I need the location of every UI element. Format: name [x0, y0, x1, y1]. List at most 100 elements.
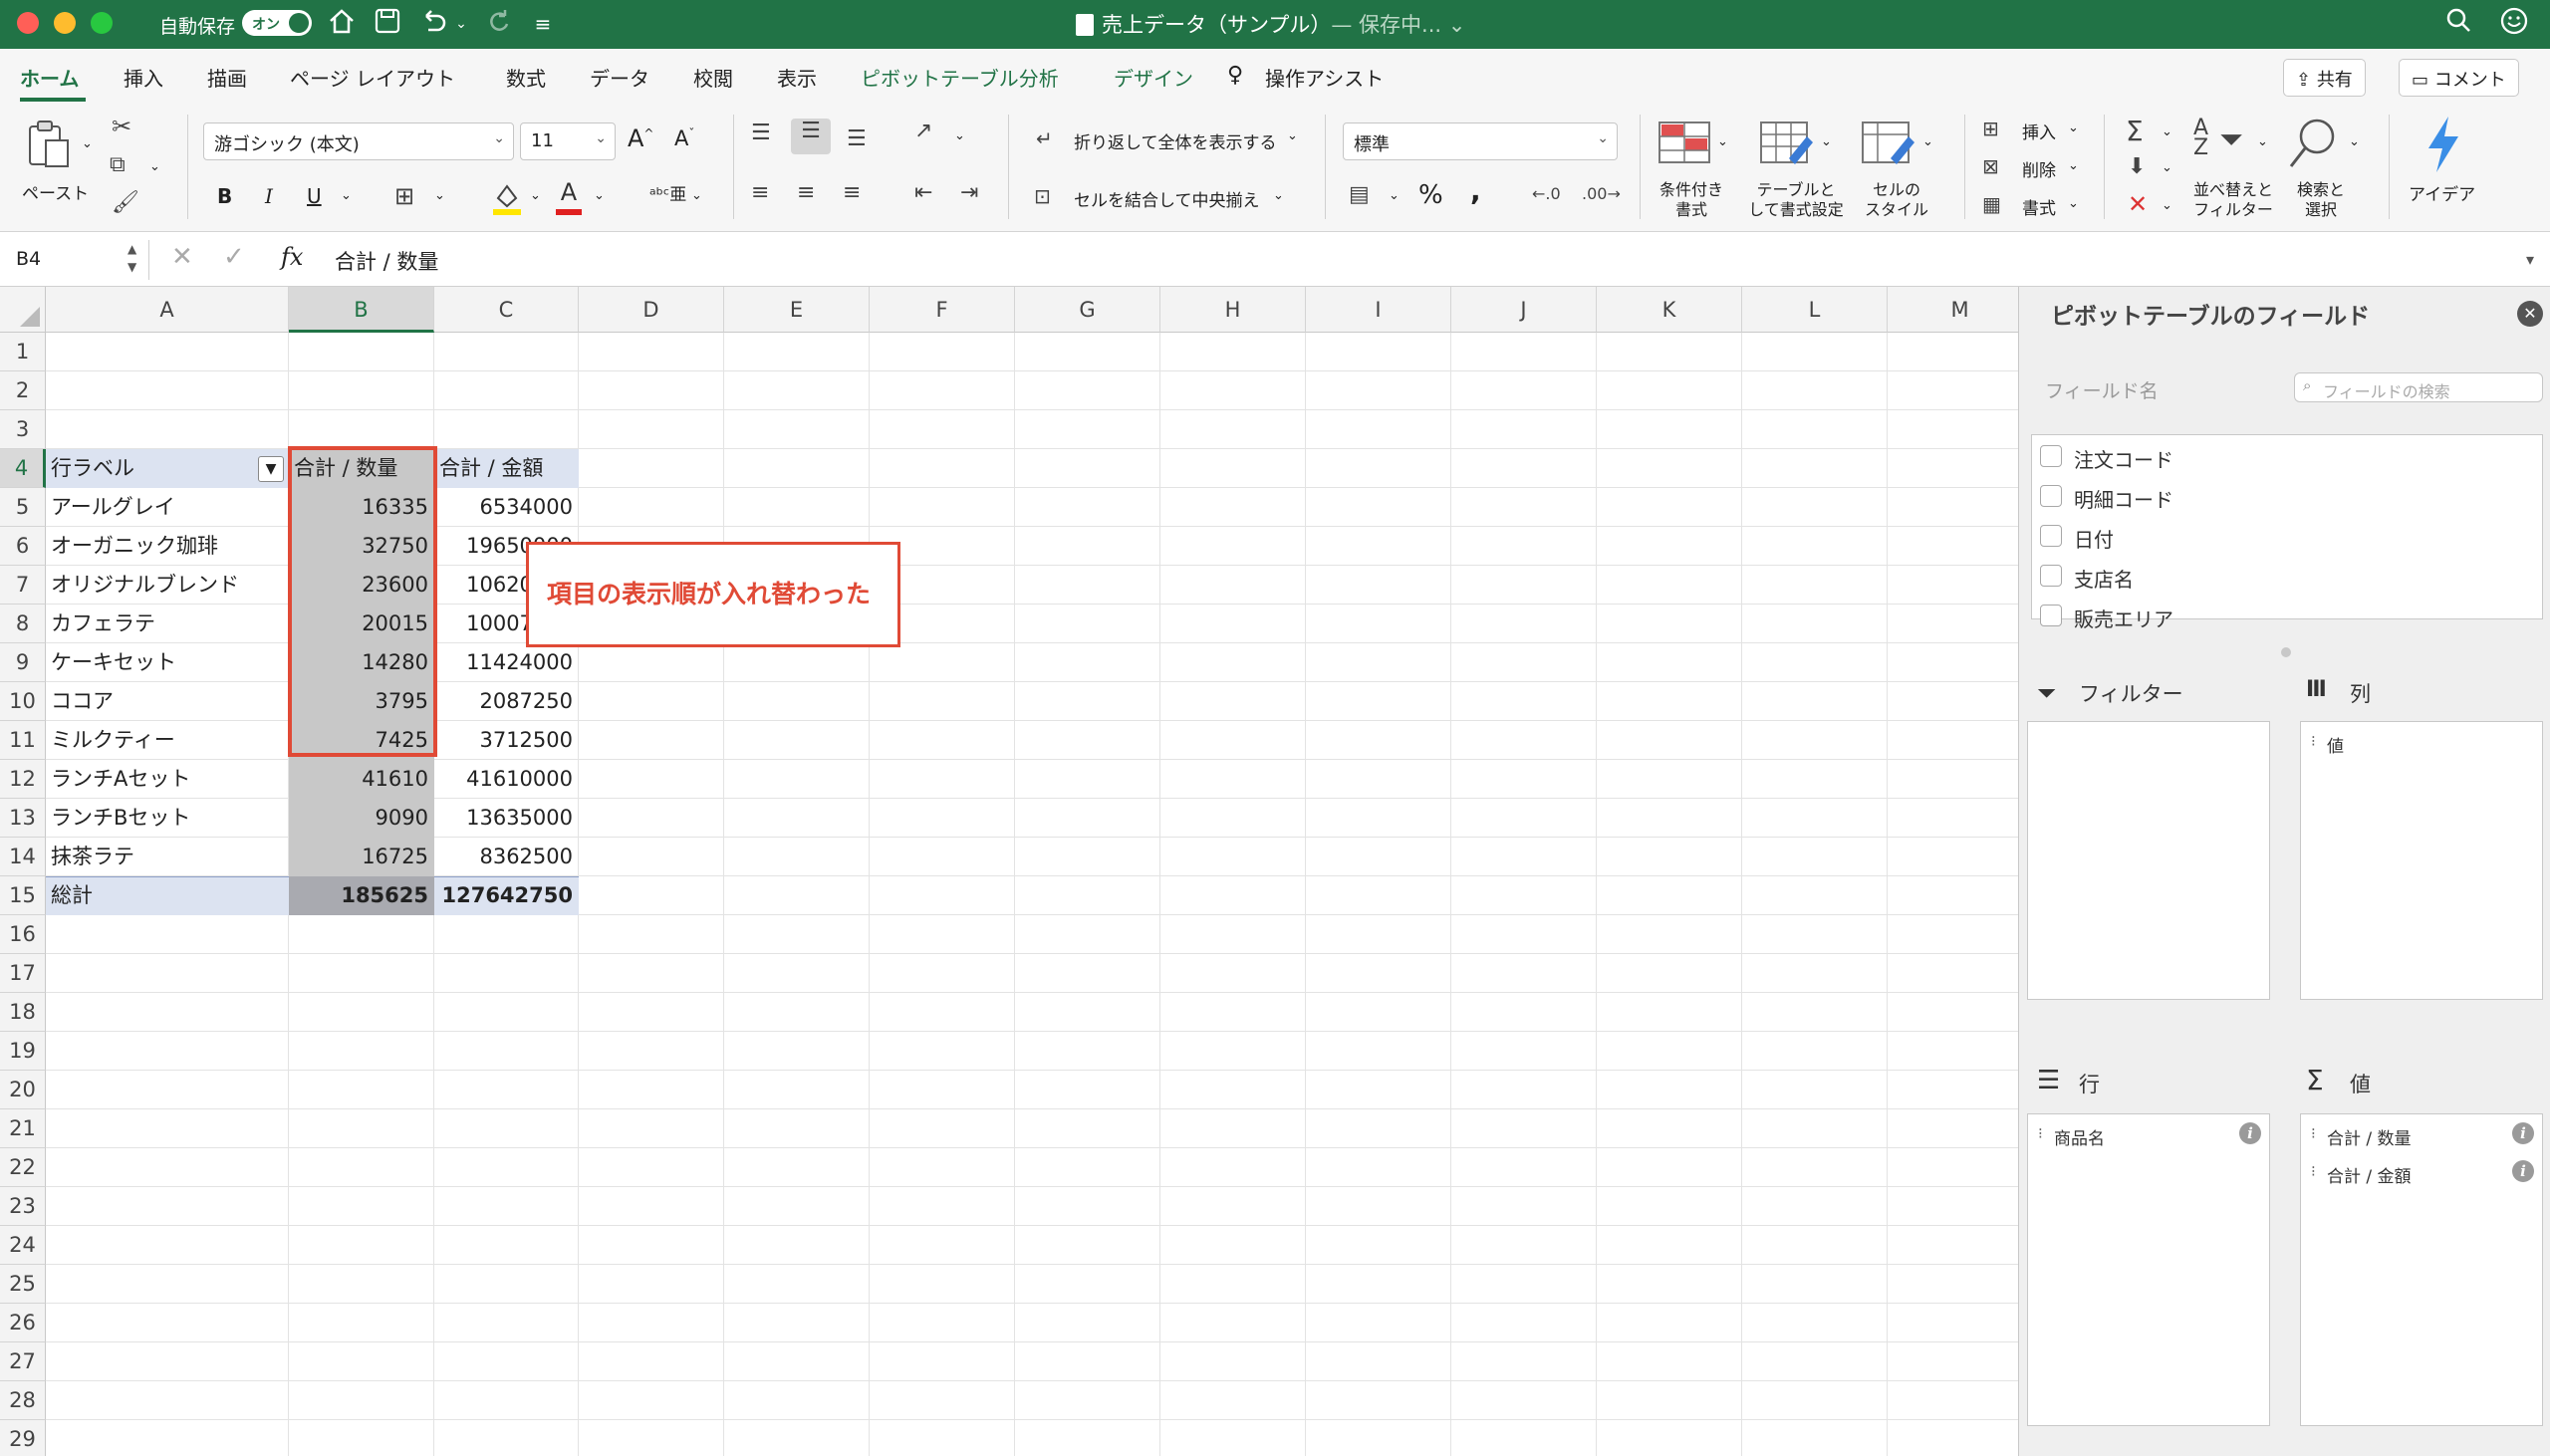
format-as-table-chevron-icon[interactable]: ⌄: [1821, 134, 1832, 149]
values-item-qty[interactable]: 合計 / 数量: [2327, 1124, 2412, 1149]
tab-pivottable-analyze[interactable]: ピボットテーブル分析: [861, 63, 1059, 92]
pivot-total-label[interactable]: 総計: [46, 876, 289, 915]
pivot-item-label[interactable]: ランチBセット: [46, 799, 289, 838]
align-right-icon[interactable]: ≡: [843, 180, 861, 205]
borders-chevron-icon[interactable]: ⌄: [434, 188, 445, 203]
font-name-dropdown[interactable]: 游ゴシック (本文) ⌄: [203, 122, 514, 160]
accounting-format-icon[interactable]: ▤: [1349, 182, 1370, 207]
autosum-chevron-icon[interactable]: ⌄: [2162, 124, 2172, 139]
row-header[interactable]: 5: [0, 488, 46, 527]
copy-icon[interactable]: ⧉: [110, 152, 126, 177]
pivot-amount-header[interactable]: 合計 / 金額: [434, 449, 579, 488]
row-header[interactable]: 2: [0, 371, 46, 410]
drag-handle-icon[interactable]: ⁝: [2311, 732, 2316, 750]
tab-draw[interactable]: 描画: [207, 63, 247, 92]
close-window-button[interactable]: [17, 12, 39, 34]
field-label[interactable]: 支店名: [2074, 564, 2134, 593]
italic-button[interactable]: I: [265, 184, 273, 208]
field-label[interactable]: 日付: [2074, 524, 2114, 553]
pivot-item-label[interactable]: アールグレイ: [46, 488, 289, 527]
row-header[interactable]: 17: [0, 954, 46, 993]
row-header[interactable]: 16: [0, 915, 46, 954]
row-header[interactable]: 12: [0, 760, 46, 799]
font-color-chevron-icon[interactable]: ⌄: [594, 188, 605, 203]
title-chevron-icon[interactable]: ⌄: [1441, 13, 1466, 37]
close-panel-icon[interactable]: ✕: [2517, 301, 2543, 327]
pivot-item-label[interactable]: ランチAセット: [46, 760, 289, 799]
row-header[interactable]: 8: [0, 605, 46, 643]
conditional-format-chevron-icon[interactable]: ⌄: [1717, 134, 1728, 149]
column-header[interactable]: M: [1888, 287, 2018, 333]
phonetic-chevron-icon[interactable]: ⌄: [691, 188, 702, 203]
column-header[interactable]: E: [724, 287, 870, 333]
cut-icon[interactable]: ✂: [112, 113, 131, 140]
find-select-chevron-icon[interactable]: ⌄: [2349, 134, 2360, 149]
row-header[interactable]: 13: [0, 799, 46, 838]
values-drop-zone[interactable]: ⁝ 合計 / 数量 i ⁝ 合計 / 金額 i: [2300, 1113, 2543, 1426]
field-label[interactable]: 明細コード: [2074, 484, 2173, 513]
decrease-indent-icon[interactable]: ⇤: [914, 180, 932, 205]
column-header[interactable]: B: [289, 287, 434, 333]
autosum-icon[interactable]: Σ: [2126, 115, 2144, 147]
sort-filter-icon[interactable]: AZ: [2193, 118, 2208, 159]
tab-formulas[interactable]: 数式: [506, 63, 546, 92]
row-header[interactable]: 7: [0, 566, 46, 605]
pivot-item-label[interactable]: ココア: [46, 682, 289, 721]
cell-styles-icon[interactable]: [1861, 119, 1914, 168]
field-checkbox[interactable]: [2040, 605, 2062, 626]
number-format-dropdown[interactable]: 標準 ⌄: [1343, 122, 1618, 160]
increase-decimal-icon[interactable]: ←.0: [1532, 184, 1561, 203]
smiley-feedback-icon[interactable]: [2496, 6, 2532, 42]
info-icon[interactable]: i: [2512, 1122, 2534, 1144]
fill-chevron-icon[interactable]: ⌄: [2162, 160, 2172, 175]
tab-review[interactable]: 校閲: [693, 63, 733, 92]
cancel-entry-icon[interactable]: ✕: [171, 242, 193, 272]
row-header[interactable]: 1: [0, 333, 46, 371]
pivot-item-label[interactable]: カフェラテ: [46, 605, 289, 643]
font-color-icon[interactable]: A: [554, 178, 584, 216]
phonetic-icon[interactable]: ᵃᵇᶜ亜: [649, 180, 686, 205]
paste-chevron-icon[interactable]: ⌄: [82, 136, 93, 151]
tab-page-layout[interactable]: ページ レイアウト: [290, 63, 455, 92]
row-header[interactable]: 6: [0, 527, 46, 566]
percent-button[interactable]: %: [1418, 180, 1443, 210]
pivot-row-label-header[interactable]: 行ラベル: [46, 449, 289, 488]
values-item-amount[interactable]: 合計 / 金額: [2327, 1162, 2412, 1187]
row-header[interactable]: 26: [0, 1304, 46, 1342]
expand-formula-bar-icon[interactable]: ▾: [2526, 250, 2534, 269]
pivot-item-label[interactable]: ミルクティー: [46, 721, 289, 760]
conditional-format-icon[interactable]: [1658, 119, 1711, 168]
row-header[interactable]: 9: [0, 643, 46, 682]
align-bottom-icon[interactable]: ☰: [847, 126, 867, 151]
sort-filter-chevron-icon[interactable]: ⌄: [2257, 134, 2268, 149]
row-header[interactable]: 10: [0, 682, 46, 721]
pivot-item-amount[interactable]: 11424000: [434, 643, 579, 682]
search-icon[interactable]: [2440, 6, 2476, 42]
row-header[interactable]: 3: [0, 410, 46, 449]
field-label[interactable]: 販売エリア: [2074, 604, 2173, 632]
column-header[interactable]: L: [1742, 287, 1888, 333]
share-button[interactable]: ⇪ 共有: [2283, 59, 2366, 97]
drag-handle-icon[interactable]: ⁝: [2038, 1124, 2043, 1142]
decrease-font-icon[interactable]: Aˇ: [674, 126, 694, 150]
column-header[interactable]: C: [434, 287, 579, 333]
pivot-item-qty[interactable]: 16725: [289, 838, 434, 876]
tab-home[interactable]: ホーム: [20, 63, 79, 92]
field-checkbox[interactable]: [2040, 485, 2062, 507]
tab-design[interactable]: デザイン: [1114, 63, 1193, 92]
filter-drop-zone[interactable]: [2027, 721, 2270, 1000]
pivot-item-qty[interactable]: 41610: [289, 760, 434, 799]
row-header[interactable]: 29: [0, 1420, 46, 1456]
column-header[interactable]: G: [1015, 287, 1160, 333]
confirm-entry-icon[interactable]: ✓: [223, 242, 245, 272]
delete-cells-label[interactable]: 削除: [2022, 156, 2056, 181]
row-header[interactable]: 23: [0, 1187, 46, 1226]
align-top-icon[interactable]: ☰: [751, 121, 771, 145]
splitter-handle[interactable]: [2281, 647, 2291, 657]
align-left-icon[interactable]: ≡: [751, 180, 769, 205]
column-header[interactable]: J: [1451, 287, 1597, 333]
underline-button[interactable]: U: [307, 184, 322, 208]
tab-view[interactable]: 表示: [777, 63, 817, 92]
bold-button[interactable]: B: [217, 184, 232, 208]
pivot-item-qty[interactable]: 9090: [289, 799, 434, 838]
